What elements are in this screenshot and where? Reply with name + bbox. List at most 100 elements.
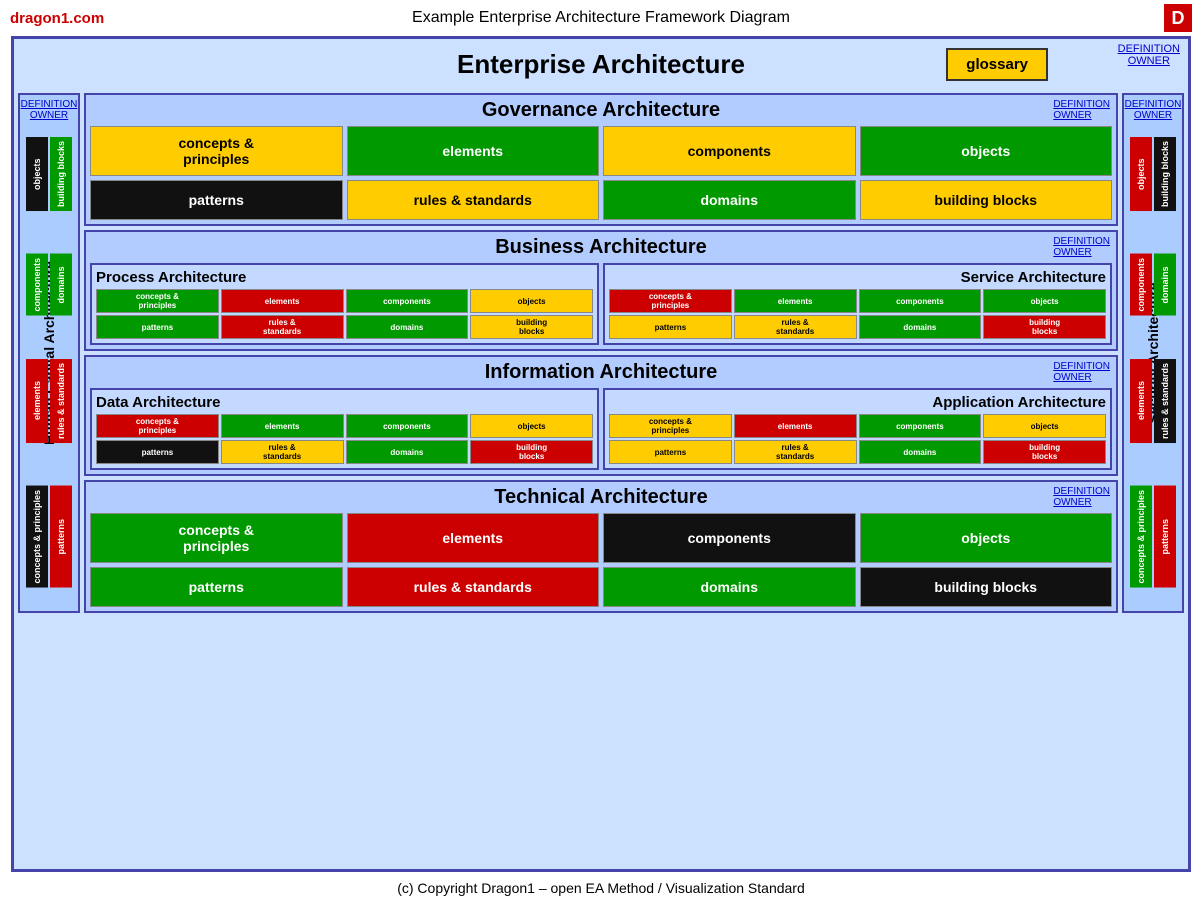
information-block: Information Architecture DEFINITIONOWNER… xyxy=(84,355,1118,476)
left-concepts: concepts & principles xyxy=(26,486,48,588)
inner-layout: DEFINITIONOWNER Human Capital Architectu… xyxy=(14,89,1188,617)
main-diagram: Enterprise Architecture glossary DEFINIT… xyxy=(11,36,1191,872)
process-title: Process Architecture xyxy=(96,269,593,286)
data-domains: domains xyxy=(346,440,469,464)
business-block: Business Architecture DEFINITIONOWNER Pr… xyxy=(84,230,1118,351)
svc-objects: objects xyxy=(983,289,1106,313)
right-domains: domains xyxy=(1154,254,1176,316)
information-row: Data Architecture concepts &principles e… xyxy=(90,388,1112,470)
ea-header: Enterprise Architecture glossary DEFINIT… xyxy=(14,39,1188,89)
def-owner-top-right: DEFINITIONOWNER xyxy=(1118,43,1180,67)
page-header: dragon1.com Example Enterprise Architect… xyxy=(0,0,1202,36)
right-row-4: concepts & principles patterns xyxy=(1126,486,1180,588)
data-patterns: patterns xyxy=(96,440,219,464)
app-title: Application Architecture xyxy=(609,394,1106,411)
proc-rules: rules &standards xyxy=(221,315,344,339)
proc-building: buildingblocks xyxy=(470,315,593,339)
data-title: Data Architecture xyxy=(96,394,593,411)
right-row-1: objects building blocks xyxy=(1126,137,1180,211)
right-rules-standards: rules & standards xyxy=(1154,359,1176,443)
right-row-2: components domains xyxy=(1126,254,1180,316)
gov-rules: rules & standards xyxy=(347,180,600,220)
data-elements: elements xyxy=(221,414,344,438)
information-def-owner: DEFINITIONOWNER xyxy=(1053,361,1110,383)
technical-def-owner: DEFINITIONOWNER xyxy=(1053,486,1110,508)
gov-building-blocks: building blocks xyxy=(860,180,1113,220)
svc-patterns: patterns xyxy=(609,315,732,339)
svc-elements: elements xyxy=(734,289,857,313)
page-title: Example Enterprise Architecture Framewor… xyxy=(412,9,790,27)
tech-patterns: patterns xyxy=(90,567,343,607)
left-row-3: elements rules & standards xyxy=(22,359,76,443)
gov-domains: domains xyxy=(603,180,856,220)
svc-domains: domains xyxy=(859,315,982,339)
glossary-button[interactable]: glossary xyxy=(946,48,1048,81)
right-components: components xyxy=(1130,254,1152,316)
center-area: Governance Architecture DEFINITIONOWNER … xyxy=(82,89,1120,617)
information-title: Information Architecture xyxy=(90,361,1112,384)
tech-concepts: concepts &principles xyxy=(90,513,343,563)
business-row: Process Architecture concepts &principle… xyxy=(90,263,1112,345)
left-patterns: patterns xyxy=(50,486,72,588)
business-title: Business Architecture xyxy=(90,236,1112,259)
right-concepts: concepts & principles xyxy=(1130,486,1152,588)
business-def-owner: DEFINITIONOWNER xyxy=(1053,236,1110,258)
left-row-2: components domains xyxy=(22,254,76,316)
left-sidebar-boxes: objects building blocks components domai… xyxy=(22,117,76,607)
proc-patterns: patterns xyxy=(96,315,219,339)
svc-concepts: concepts &principles xyxy=(609,289,732,313)
sidebar-left: DEFINITIONOWNER Human Capital Architectu… xyxy=(18,93,80,613)
left-row-4: concepts & principles patterns xyxy=(22,486,76,588)
tech-building-blocks: building blocks xyxy=(860,567,1113,607)
left-elements: elements xyxy=(26,359,48,443)
data-concepts: concepts &principles xyxy=(96,414,219,438)
left-row-1: objects building blocks xyxy=(22,137,76,211)
proc-objects: objects xyxy=(470,289,593,313)
data-building: buildingblocks xyxy=(470,440,593,464)
left-components: components xyxy=(26,254,48,316)
governance-title: Governance Architecture xyxy=(90,99,1112,122)
data-grid: concepts &principles elements components… xyxy=(96,414,593,464)
app-domains: domains xyxy=(859,440,982,464)
right-sidebar-boxes: objects building blocks components domai… xyxy=(1126,117,1180,607)
gov-patterns: patterns xyxy=(90,180,343,220)
svc-rules: rules &standards xyxy=(734,315,857,339)
left-rules-standards: rules & standards xyxy=(50,359,72,443)
footer: (c) Copyright Dragon1 – open EA Method /… xyxy=(0,874,1202,900)
data-components: components xyxy=(346,414,469,438)
gov-objects: objects xyxy=(860,126,1113,176)
service-title: Service Architecture xyxy=(609,269,1106,286)
tech-components: components xyxy=(603,513,856,563)
governance-block: Governance Architecture DEFINITIONOWNER … xyxy=(84,93,1118,226)
right-building-blocks: building blocks xyxy=(1154,137,1176,211)
app-concepts: concepts &principles xyxy=(609,414,732,438)
right-row-3: elements rules & standards xyxy=(1126,359,1180,443)
tech-rules: rules & standards xyxy=(347,567,600,607)
data-objects: objects xyxy=(470,414,593,438)
left-domains: domains xyxy=(50,254,72,316)
app-rules: rules &standards xyxy=(734,440,857,464)
right-patterns: patterns xyxy=(1154,486,1176,588)
ea-title: Enterprise Architecture xyxy=(457,49,745,80)
app-components: components xyxy=(859,414,982,438)
svc-building: buildingblocks xyxy=(983,315,1106,339)
service-arch-block: Service Architecture concepts &principle… xyxy=(603,263,1112,345)
proc-domains: domains xyxy=(346,315,469,339)
left-objects: objects xyxy=(26,137,48,211)
technical-title: Technical Architecture xyxy=(90,486,1112,509)
proc-elements: elements xyxy=(221,289,344,313)
tech-elements: elements xyxy=(347,513,600,563)
svc-components: components xyxy=(859,289,982,313)
logo: dragon1.com xyxy=(10,10,104,27)
page-wrapper: dragon1.com Example Enterprise Architect… xyxy=(0,0,1202,900)
right-objects: objects xyxy=(1130,137,1152,211)
left-building-blocks: building blocks xyxy=(50,137,72,211)
right-elements: elements xyxy=(1130,359,1152,443)
gov-concepts: concepts &principles xyxy=(90,126,343,176)
app-grid: concepts &principles elements components… xyxy=(609,414,1106,464)
app-patterns: patterns xyxy=(609,440,732,464)
service-grid: concepts &principles elements components… xyxy=(609,289,1106,339)
tech-objects: objects xyxy=(860,513,1113,563)
proc-components: components xyxy=(346,289,469,313)
technical-grid: concepts &principles elements components… xyxy=(90,513,1112,607)
